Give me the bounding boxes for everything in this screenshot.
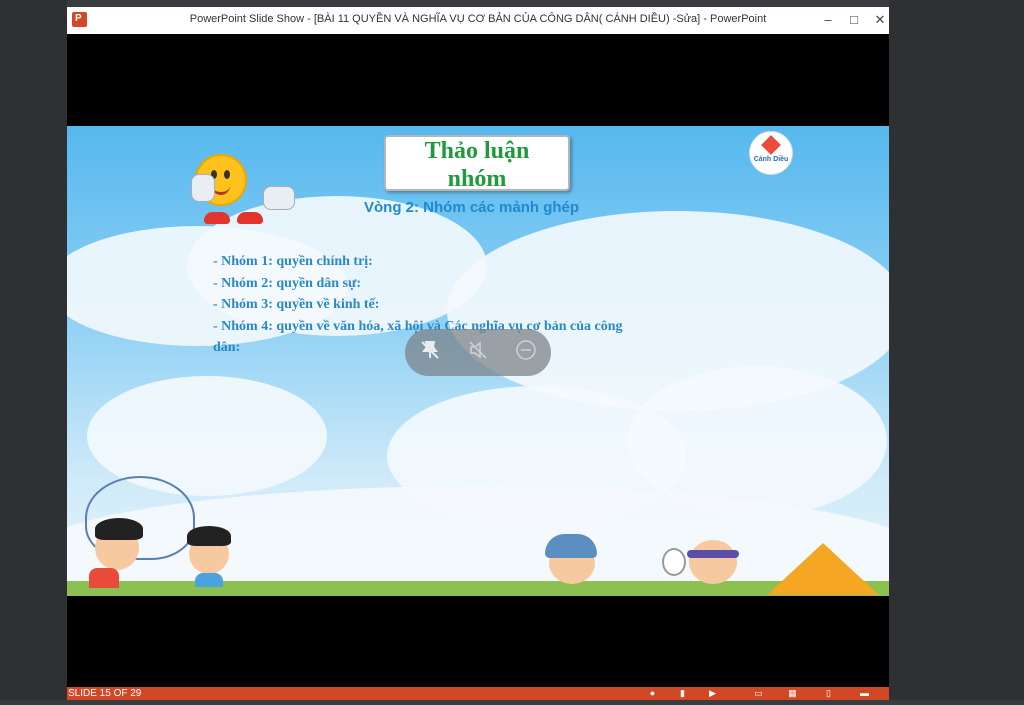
- notes-icon[interactable]: ●: [647, 688, 658, 699]
- shoe-icon: [204, 212, 230, 224]
- slide-title-line2: nhóm: [447, 166, 507, 192]
- glove-icon: [191, 174, 215, 202]
- desktop-bottom-strip: [0, 700, 1024, 705]
- grid-view-icon[interactable]: ▦: [787, 688, 798, 699]
- normal-view-icon[interactable]: ▮: [677, 688, 688, 699]
- close-button[interactable]: ✕: [869, 10, 891, 30]
- slide-subtitle: Vòng 2: Nhóm các mảnh ghép: [364, 199, 580, 216]
- kite-icon: [761, 135, 781, 155]
- window-title: PowerPoint Slide Show - [BÀI 11 QUYỀN VÀ…: [189, 13, 767, 25]
- status-bar: SLIDE 15 OF 29 ● ▮ ▶ ▭ ▦ ▯ ▬: [67, 687, 889, 700]
- kid-hair-icon: [95, 518, 143, 540]
- list-item: - Nhóm 2: quyền dân sự:: [213, 275, 362, 291]
- mute-icon[interactable]: [465, 339, 491, 365]
- slide-counter: SLIDE 15 OF 29: [68, 688, 142, 699]
- minus-circle-icon[interactable]: [513, 339, 539, 365]
- racket-icon: [662, 548, 686, 576]
- kid-headband-icon: [689, 540, 737, 584]
- shoe-icon: [237, 212, 263, 224]
- display-icon[interactable]: ▬: [859, 688, 870, 699]
- glove-icon: [263, 186, 295, 210]
- slide-title-line1: Thảo luận: [424, 138, 530, 164]
- desktop-right-area: [889, 0, 1024, 705]
- grass-ground: [67, 581, 889, 596]
- play-icon[interactable]: ▶: [707, 688, 718, 699]
- title-bar[interactable]: P PowerPoint Slide Show - [BÀI 11 QUYỀN …: [67, 7, 889, 34]
- slide-title-box: Thảo luận nhóm: [384, 135, 570, 192]
- desktop-left-area: [0, 0, 67, 705]
- slide-canvas[interactable]: Thảo luận nhóm Vòng 2: Nhóm các mảnh ghé…: [67, 126, 889, 596]
- kid-hair-icon: [187, 526, 231, 546]
- slideshow-window: P PowerPoint Slide Show - [BÀI 11 QUYỀN …: [67, 7, 889, 700]
- slide-sorter-icon[interactable]: ▭: [753, 688, 764, 699]
- headband-icon: [687, 550, 739, 558]
- desktop-top-strip: [0, 0, 1024, 7]
- canh-dieu-logo: Cánh Diều: [749, 131, 793, 175]
- tent-icon: [767, 543, 879, 595]
- kid-shirt-icon: [89, 568, 119, 588]
- slideshow-toolbar: [405, 329, 551, 376]
- kid-shirt-icon: [195, 573, 223, 587]
- list-item: - Nhóm 1: quyền chính trị:: [213, 254, 373, 269]
- pin-off-icon[interactable]: [417, 339, 443, 365]
- maximize-button[interactable]: □: [843, 10, 865, 30]
- reading-view-icon[interactable]: ▯: [823, 688, 834, 699]
- helmet-icon: [545, 534, 597, 558]
- list-item: - Nhóm 3: quyền về kinh tế:: [213, 297, 380, 312]
- minimize-button[interactable]: –: [817, 10, 839, 30]
